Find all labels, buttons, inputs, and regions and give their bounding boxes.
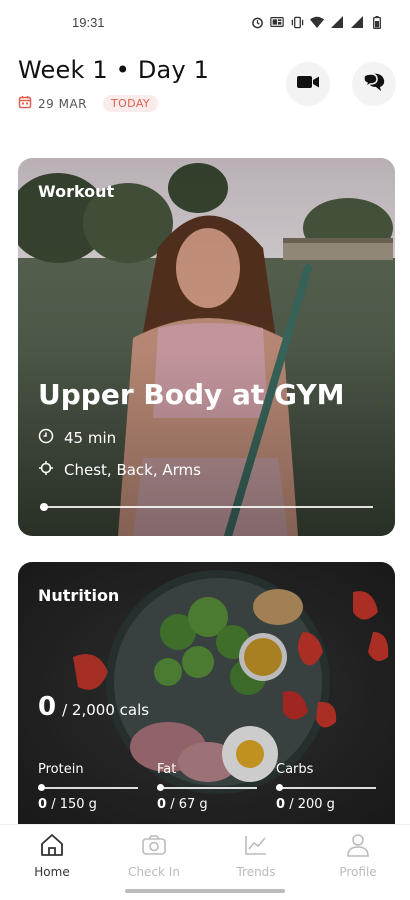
target-icon: [38, 460, 54, 480]
bottom-nav: Home Check In Trends Profile: [0, 824, 410, 900]
signal-icon: [330, 15, 344, 29]
macro-name: Fat: [157, 762, 177, 777]
macro-progress-dot: [38, 784, 45, 791]
video-call-button[interactable]: [286, 62, 330, 106]
macro-value-row: 0 / 67 g: [157, 797, 257, 812]
macro-total: / 200 g: [289, 797, 335, 812]
macro-carbs: Carbs 0 / 200 g: [276, 762, 376, 812]
macro-value: 0: [38, 797, 48, 812]
workout-card[interactable]: Workout Upper Body at GYM 45 min Chest, …: [18, 158, 395, 536]
macro-progress-dot: [157, 784, 164, 791]
clock-icon: [38, 428, 54, 448]
calendar-icon: [18, 94, 32, 113]
trend-chart-icon: [243, 833, 269, 861]
nav-trends[interactable]: Trends: [216, 833, 296, 879]
workout-progress-bar: [40, 503, 373, 511]
workout-label: Workout: [38, 182, 115, 201]
macro-value: 0: [157, 797, 167, 812]
macro-progress-dot: [276, 784, 283, 791]
macro-fat: Fat 0 / 67 g: [157, 762, 257, 812]
status-bar: 19:31: [0, 0, 410, 44]
signal-icon: [350, 15, 364, 29]
alarm-icon: [250, 15, 264, 29]
vibrate-icon: [290, 15, 304, 29]
macro-value: 0: [276, 797, 286, 812]
workout-focus-row: Chest, Back, Arms: [38, 460, 201, 480]
nutrition-label: Nutrition: [38, 586, 120, 605]
video-camera-icon: [296, 74, 320, 94]
macro-value-row: 0 / 150 g: [38, 797, 138, 812]
macro-total: / 150 g: [51, 797, 97, 812]
nav-label: Check In: [128, 865, 180, 879]
macro-progress-bar: [157, 784, 257, 791]
status-time: 19:31: [72, 15, 105, 30]
calories-row: 0 / 2,000 cals: [38, 692, 149, 722]
workout-title: Upper Body at GYM: [38, 378, 345, 411]
today-badge: TODAY: [102, 95, 159, 112]
nav-label: Trends: [236, 865, 276, 879]
nav-label: Home: [34, 865, 70, 879]
macro-protein: Protein 0 / 150 g: [38, 762, 138, 812]
cast-icon: [270, 15, 284, 29]
nav-check-in[interactable]: Check In: [114, 833, 194, 879]
wifi-icon: [310, 15, 324, 29]
header: Week 1 • Day 1 29 MAR TODAY: [18, 56, 396, 120]
home-indicator[interactable]: [125, 889, 285, 893]
calories-value: 0: [38, 692, 57, 722]
camera-icon: [141, 833, 167, 861]
macro-total: / 67 g: [170, 797, 208, 812]
workout-duration: 45 min: [64, 429, 117, 447]
macro-progress-bar: [38, 784, 138, 791]
page-title: Week 1 • Day 1: [18, 56, 210, 84]
nav-home[interactable]: Home: [12, 833, 92, 879]
workout-duration-row: 45 min: [38, 428, 116, 448]
calories-total: / 2,000 cals: [62, 701, 150, 719]
home-icon: [39, 833, 65, 861]
person-icon: [345, 833, 371, 861]
chat-bubbles-icon: [362, 71, 386, 97]
workout-focus: Chest, Back, Arms: [64, 461, 201, 479]
nav-profile[interactable]: Profile: [318, 833, 398, 879]
macro-progress-bar: [276, 784, 376, 791]
status-icons: [250, 15, 384, 29]
date-label: 29 MAR: [38, 96, 87, 111]
chat-button[interactable]: [352, 62, 396, 106]
workout-progress-dot: [40, 503, 48, 511]
date-row: 29 MAR TODAY: [18, 94, 159, 113]
nutrition-card[interactable]: Nutrition 0 / 2,000 cals Protein 0 / 150…: [18, 562, 395, 824]
macro-name: Carbs: [276, 762, 314, 777]
macro-name: Protein: [38, 762, 84, 777]
nav-label: Profile: [339, 865, 377, 879]
battery-icon: [370, 15, 384, 29]
macro-value-row: 0 / 200 g: [276, 797, 376, 812]
